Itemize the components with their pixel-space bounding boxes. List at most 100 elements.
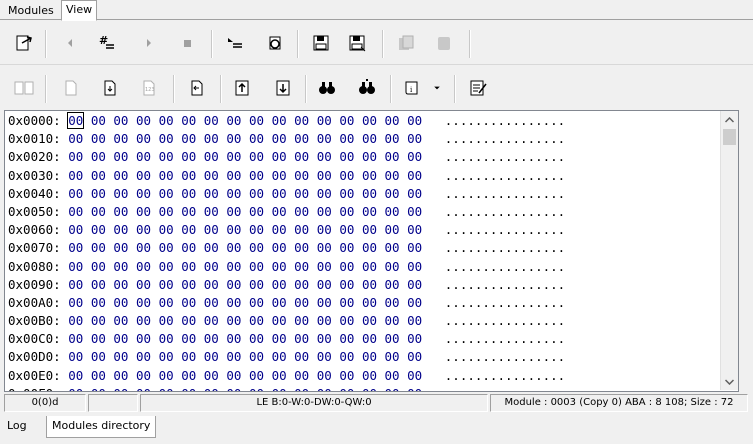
hex-byte[interactable]: 00 — [294, 349, 309, 364]
hex-byte[interactable]: 00 — [181, 204, 196, 219]
hex-byte[interactable]: 00 — [204, 368, 219, 383]
hex-byte[interactable]: 00 — [339, 240, 354, 255]
hex-byte[interactable]: 00 — [317, 131, 332, 146]
hex-byte[interactable]: 00 — [249, 368, 264, 383]
hex-byte[interactable]: 00 — [204, 186, 219, 201]
hex-byte[interactable]: 00 — [68, 240, 83, 255]
hex-byte[interactable]: 00 — [91, 222, 106, 237]
hex-byte[interactable]: 00 — [249, 349, 264, 364]
hex-byte[interactable]: 00 — [272, 186, 287, 201]
find-icon[interactable] — [315, 76, 339, 100]
hex-byte[interactable]: 00 — [339, 331, 354, 346]
hex-byte[interactable]: 00 — [226, 295, 241, 310]
hex-byte[interactable]: 00 — [272, 313, 287, 328]
hex-ascii[interactable]: ................ — [445, 240, 565, 255]
hex-byte[interactable]: 00 — [204, 131, 219, 146]
hex-byte[interactable]: 00 — [385, 349, 400, 364]
paste-icon[interactable] — [432, 31, 456, 55]
hex-ascii[interactable]: ................ — [445, 186, 565, 201]
hex-byte[interactable]: 00 — [362, 113, 377, 128]
tab-log[interactable]: Log — [2, 416, 32, 436]
hex-byte[interactable]: 00 — [362, 204, 377, 219]
hex-byte[interactable]: 00 — [249, 240, 264, 255]
hex-byte[interactable]: 00 — [68, 295, 83, 310]
hex-byte[interactable]: 00 — [272, 368, 287, 383]
hex-byte[interactable]: 00 — [294, 186, 309, 201]
hex-byte[interactable]: 00 — [249, 386, 264, 391]
hex-byte[interactable]: 00 — [204, 222, 219, 237]
hex-byte[interactable]: 00 — [136, 168, 151, 183]
hex-byte[interactable]: 00 — [339, 295, 354, 310]
hex-byte[interactable]: 00 — [136, 259, 151, 274]
hex-byte[interactable]: 00 — [249, 131, 264, 146]
hex-byte[interactable]: 00 — [204, 295, 219, 310]
hex-ascii[interactable]: ................ — [445, 295, 565, 310]
hex-byte[interactable]: 00 — [204, 313, 219, 328]
hex-byte[interactable]: 00 — [113, 131, 128, 146]
hex-byte[interactable]: 00 — [407, 331, 422, 346]
hex-byte[interactable]: 00 — [339, 131, 354, 146]
hex-byte[interactable]: 00 — [136, 222, 151, 237]
hex-byte[interactable]: 00 — [226, 368, 241, 383]
hex-byte[interactable]: 00 — [249, 168, 264, 183]
hex-ascii[interactable]: ................ — [445, 222, 565, 237]
hex-byte[interactable]: 00 — [68, 313, 83, 328]
hex-byte[interactable]: 00 — [226, 331, 241, 346]
hex-byte[interactable]: 00 — [385, 186, 400, 201]
hex-byte[interactable]: 00 — [294, 240, 309, 255]
hex-byte[interactable]: 00 — [181, 222, 196, 237]
hex-byte[interactable]: 00 — [339, 149, 354, 164]
hex-byte[interactable]: 00 — [226, 131, 241, 146]
hex-ascii[interactable]: ................ — [445, 368, 565, 383]
compare-icon[interactable] — [12, 76, 36, 100]
hex-byte[interactable]: 00 — [249, 204, 264, 219]
hex-byte[interactable]: 00 — [294, 313, 309, 328]
hex-byte[interactable]: 00 — [91, 259, 106, 274]
scroll-down-icon[interactable] — [721, 373, 738, 390]
hex-page-icon[interactable]: 123 — [137, 76, 161, 100]
hex-byte[interactable]: 00 — [317, 113, 332, 128]
hex-byte[interactable]: 00 — [272, 168, 287, 183]
hex-byte[interactable]: 00 — [249, 295, 264, 310]
hex-byte[interactable]: 00 — [113, 186, 128, 201]
hex-ascii[interactable]: ................ — [445, 386, 565, 391]
hex-byte[interactable]: 00 — [91, 331, 106, 346]
hex-byte[interactable]: 00 — [362, 149, 377, 164]
hex-byte[interactable]: 00 — [91, 386, 106, 391]
hex-byte[interactable]: 00 — [272, 277, 287, 292]
export-icon[interactable] — [12, 31, 36, 55]
hex-byte[interactable]: 00 — [317, 259, 332, 274]
hex-byte[interactable]: 00 — [68, 331, 83, 346]
hex-byte[interactable]: 00 — [226, 386, 241, 391]
hex-byte[interactable]: 00 — [317, 295, 332, 310]
hex-byte[interactable]: 00 — [339, 368, 354, 383]
hex-byte[interactable]: 00 — [113, 113, 128, 128]
hex-byte[interactable]: 00 — [385, 168, 400, 183]
hex-byte[interactable]: 00 — [204, 277, 219, 292]
hex-byte[interactable]: 00 — [272, 259, 287, 274]
hex-byte[interactable]: 00 — [385, 222, 400, 237]
hex-byte[interactable]: 00 — [136, 186, 151, 201]
hex-byte[interactable]: 00 — [181, 368, 196, 383]
hex-ascii[interactable]: ................ — [445, 277, 565, 292]
hex-byte[interactable]: 00 — [68, 186, 83, 201]
hex-byte[interactable]: 00 — [113, 168, 128, 183]
hex-byte[interactable]: 00 — [226, 313, 241, 328]
hex-byte[interactable]: 00 — [136, 204, 151, 219]
hex-byte[interactable]: 00 — [91, 295, 106, 310]
hex-byte[interactable]: 00 — [362, 313, 377, 328]
hex-byte[interactable]: 00 — [91, 149, 106, 164]
hex-byte[interactable]: 00 — [136, 368, 151, 383]
hex-byte[interactable]: 00 — [272, 113, 287, 128]
hex-byte[interactable]: 00 — [385, 313, 400, 328]
back-arrow-icon[interactable] — [58, 31, 82, 55]
copy-icon[interactable] — [394, 31, 418, 55]
hex-byte[interactable]: 00 — [249, 149, 264, 164]
hex-byte[interactable]: 00 — [249, 313, 264, 328]
hex-byte[interactable]: 00 — [204, 149, 219, 164]
hex-byte[interactable]: 00 — [226, 240, 241, 255]
scroll-up-icon[interactable] — [721, 111, 738, 128]
hex-byte[interactable]: 00 — [159, 349, 174, 364]
hex-byte[interactable]: 00 — [226, 259, 241, 274]
hex-byte[interactable]: 00 — [113, 349, 128, 364]
